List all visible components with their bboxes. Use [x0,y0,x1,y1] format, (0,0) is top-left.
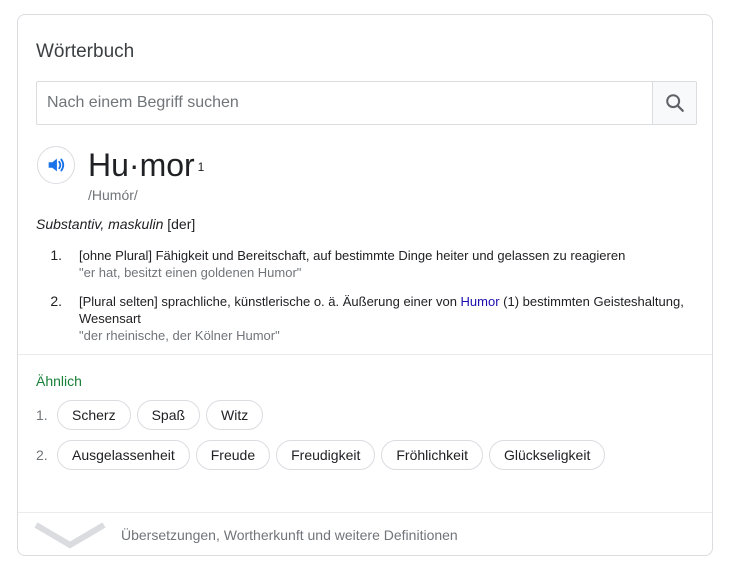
definition-number: 1. [50,247,62,263]
definition-example: "er hat, besitzt einen goldenen Humor" [79,265,302,280]
section-divider [18,354,712,355]
synonym-chip[interactable]: Fröhlichkeit [381,440,483,470]
synonym-chip[interactable]: Ausgelassenheit [57,440,190,470]
card-title: Wörterbuch [36,41,135,62]
definition-text: [Plural selten] sprachliche, künstlerisc… [79,293,696,327]
search-box [36,81,697,125]
more-definitions-label: Übersetzungen, Wortherkunft und weitere … [121,526,458,543]
part-of-speech-label: Substantiv, maskulin [36,216,164,232]
dictionary-card: Wörterbuch Hu·mor1 /Humór/ Substantiv, m… [17,14,713,556]
similar-heading: Ähnlich [36,373,82,389]
definition-text-before: [Plural selten] sprachliche, künstlerisc… [79,294,461,309]
definition-text: [ohne Plural] Fähigkeit und Bereitschaft… [79,248,626,263]
grammatical-gender: [der] [167,216,196,232]
definition-crossref-link[interactable]: Humor [461,294,500,309]
headword-text: Hu·mor [88,147,195,183]
definition-example: "der rheinische, der Kölner Humor" [79,328,280,343]
synonym-chip[interactable]: Scherz [57,400,131,430]
chevron-down-icon [34,521,106,548]
search-icon [665,94,684,112]
speaker-icon [48,158,65,172]
synonym-chip[interactable]: Witz [206,400,264,430]
definition-list: 1. [ohne Plural] Fähigkeit und Bereitsch… [36,247,696,356]
definition-item: 2. [Plural selten] sprachliche, künstler… [36,293,696,344]
phonetic-transcription: /Humór/ [88,187,138,203]
synonym-chip[interactable]: Freudigkeit [276,440,376,470]
definition-item: 1. [ohne Plural] Fähigkeit und Bereitsch… [36,247,696,281]
pronunciation-button[interactable] [37,146,75,184]
headword: Hu·mor 1 [88,145,204,185]
part-of-speech: Substantiv, maskulin [der] [36,216,195,232]
search-input[interactable] [37,82,652,124]
definition-number: 2. [50,293,62,309]
more-definitions-expander[interactable]: Übersetzungen, Wortherkunft und weitere … [18,513,712,556]
synonym-group-number: 2. [36,447,48,463]
synonym-group-number: 1. [36,407,48,423]
search-button[interactable] [652,82,696,124]
headword-superscript: 1 [197,160,205,174]
synonym-chip[interactable]: Spaß [136,400,201,430]
synonym-group: 1. Scherz Spaß Witz [36,400,269,430]
synonym-chip[interactable]: Glückseligkeit [488,440,606,470]
synonym-group: 2. Ausgelassenheit Freude Freudigkeit Fr… [36,440,611,470]
synonym-chip[interactable]: Freude [195,440,271,470]
